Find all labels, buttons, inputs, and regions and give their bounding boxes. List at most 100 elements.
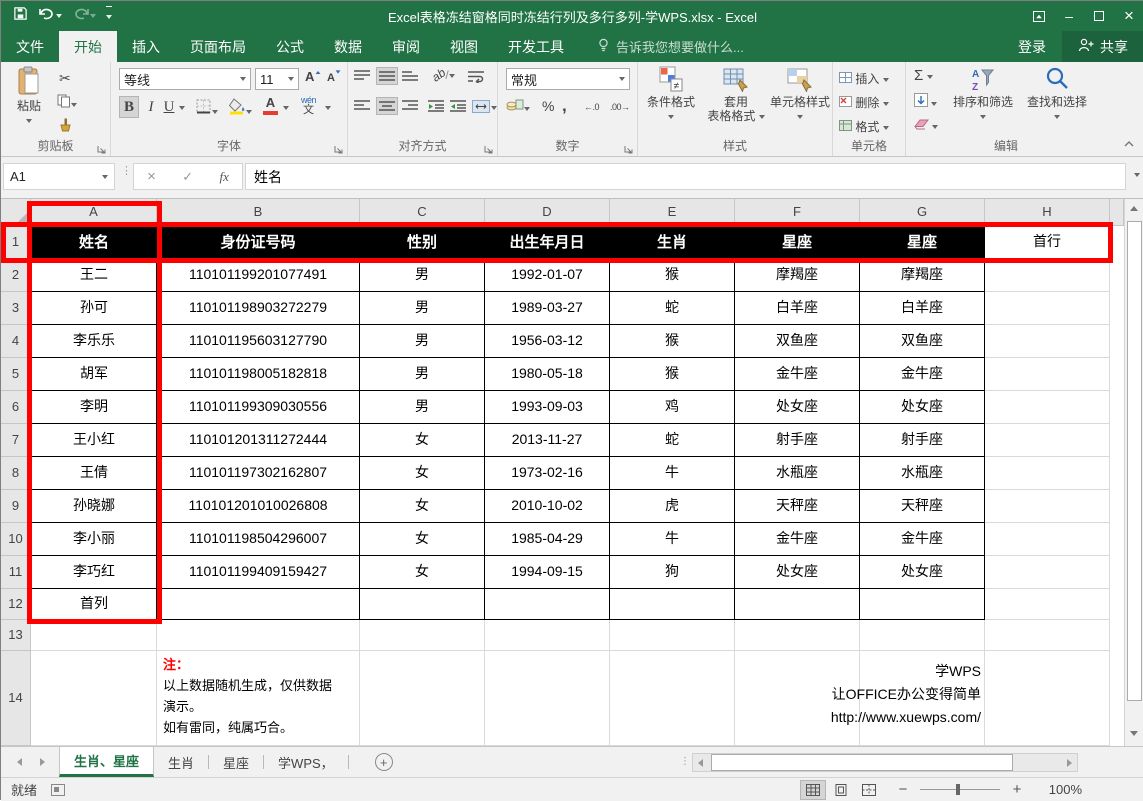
- cell-E7[interactable]: 蛇: [610, 424, 735, 457]
- cell-G3[interactable]: 白羊座: [860, 292, 985, 325]
- row-header-3[interactable]: 3: [1, 292, 31, 325]
- increase-indent-icon[interactable]: [450, 100, 466, 112]
- orientation-button[interactable]: ab/: [432, 68, 455, 82]
- cell-H9[interactable]: [985, 490, 1110, 523]
- tab-developer[interactable]: 开发工具: [493, 31, 579, 62]
- cell-A13[interactable]: [31, 620, 157, 651]
- cell-D12[interactable]: [485, 589, 610, 620]
- font-dialog-launcher-icon[interactable]: [334, 143, 344, 153]
- cell-A7[interactable]: 王小红: [31, 424, 157, 457]
- font-name-select[interactable]: 等线: [119, 68, 251, 90]
- cell-H4[interactable]: [985, 325, 1110, 358]
- qat-customize-icon[interactable]: [106, 6, 112, 26]
- autosum-button[interactable]: Σ: [914, 67, 933, 84]
- format-as-table-button[interactable]: 套用 表格格式: [704, 66, 768, 123]
- tab-insert[interactable]: 插入: [117, 31, 175, 62]
- cell-F11[interactable]: 处女座: [735, 556, 860, 589]
- tab-data[interactable]: 数据: [319, 31, 377, 62]
- cell-D3[interactable]: 1989-03-27: [485, 292, 610, 325]
- cell-A4[interactable]: 李乐乐: [31, 325, 157, 358]
- cell-D6[interactable]: 1993-09-03: [485, 391, 610, 424]
- cell-B6[interactable]: 110101199309030556: [157, 391, 360, 424]
- cell-C3[interactable]: 男: [360, 292, 485, 325]
- cell-C12[interactable]: [360, 589, 485, 620]
- insert-cells-button[interactable]: 插入: [839, 70, 889, 87]
- zoom-slider-thumb[interactable]: [956, 784, 960, 795]
- copy-button[interactable]: [57, 94, 77, 111]
- percent-style-button[interactable]: %: [542, 98, 554, 114]
- cell-F6[interactable]: 处女座: [735, 391, 860, 424]
- close-icon[interactable]: ×: [1114, 1, 1143, 31]
- phonetic-button[interactable]: wén文: [301, 95, 316, 115]
- horizontal-scrollbar[interactable]: [692, 753, 1078, 772]
- cell-E11[interactable]: 狗: [610, 556, 735, 589]
- cell-E5[interactable]: 猴: [610, 358, 735, 391]
- cell-C2[interactable]: 男: [360, 259, 485, 292]
- align-right-icon[interactable]: [402, 100, 418, 112]
- cell-E6[interactable]: 鸡: [610, 391, 735, 424]
- cell-C9[interactable]: 女: [360, 490, 485, 523]
- formula-bar-splitter[interactable]: ⋮: [121, 169, 124, 185]
- cell-G11[interactable]: 处女座: [860, 556, 985, 589]
- cell-H2[interactable]: [985, 259, 1110, 292]
- cell-G7[interactable]: 射手座: [860, 424, 985, 457]
- delete-cells-button[interactable]: 删除: [839, 94, 889, 111]
- align-left-icon[interactable]: [354, 100, 370, 112]
- cell-F5[interactable]: 金牛座: [735, 358, 860, 391]
- cell-F4[interactable]: 双鱼座: [735, 325, 860, 358]
- align-bottom-icon[interactable]: [402, 70, 418, 82]
- cell-A8[interactable]: 王倩: [31, 457, 157, 490]
- ribbon-display-options-icon[interactable]: [1024, 1, 1054, 31]
- cell-H13[interactable]: [985, 620, 1110, 651]
- merge-dropdown-icon[interactable]: [491, 106, 497, 110]
- vertical-scrollbar-thumb[interactable]: [1127, 221, 1142, 701]
- cell-H12[interactable]: [985, 589, 1110, 620]
- column-header-F[interactable]: F: [735, 199, 860, 226]
- cell-C10[interactable]: 女: [360, 523, 485, 556]
- row-header-9[interactable]: 9: [1, 490, 31, 523]
- align-middle-icon[interactable]: [376, 67, 398, 85]
- column-header-H[interactable]: H: [985, 199, 1110, 226]
- cell-styles-button[interactable]: 单元格样式: [770, 66, 830, 123]
- comma-style-button[interactable]: ,: [562, 96, 567, 116]
- row-header-7[interactable]: 7: [1, 424, 31, 457]
- tab-file[interactable]: 文件: [1, 31, 59, 62]
- cell-A1[interactable]: 姓名: [31, 226, 157, 259]
- cell-E10[interactable]: 牛: [610, 523, 735, 556]
- collapse-ribbon-icon[interactable]: [1124, 136, 1134, 150]
- cell-H5[interactable]: [985, 358, 1110, 391]
- cell-G5[interactable]: 金牛座: [860, 358, 985, 391]
- cell-E2[interactable]: 猴: [610, 259, 735, 292]
- font-color-button[interactable]: A: [263, 96, 278, 115]
- sheet-tab[interactable]: 学WPS，: [264, 747, 348, 777]
- merge-center-icon[interactable]: [472, 100, 490, 113]
- cell-G13[interactable]: [860, 620, 985, 651]
- zoom-out-icon[interactable]: −: [896, 781, 910, 798]
- cell-B12[interactable]: [157, 589, 360, 620]
- row-header-5[interactable]: 5: [1, 358, 31, 391]
- cell-D1[interactable]: 出生年月日: [485, 226, 610, 259]
- cell-F12[interactable]: [735, 589, 860, 620]
- zoom-level[interactable]: 100%: [1036, 782, 1082, 797]
- cell-D13[interactable]: [485, 620, 610, 651]
- cell-G10[interactable]: 金牛座: [860, 523, 985, 556]
- align-center-icon[interactable]: [376, 97, 398, 115]
- login-button[interactable]: 登录: [1002, 31, 1062, 62]
- tab-scroll-splitter[interactable]: ⋮: [680, 760, 684, 764]
- cell-B1[interactable]: 身份证号码: [157, 226, 360, 259]
- cell-C14[interactable]: [360, 651, 485, 746]
- wrap-text-icon[interactable]: [468, 70, 485, 83]
- insert-function-icon[interactable]: fx: [219, 169, 228, 185]
- increase-decimal-button[interactable]: ←.0: [584, 102, 599, 112]
- scroll-left-icon[interactable]: [698, 759, 703, 767]
- zoom-slider[interactable]: [920, 789, 1000, 790]
- cell-C13[interactable]: [360, 620, 485, 651]
- clear-button[interactable]: [914, 119, 938, 133]
- tab-home[interactable]: 开始: [59, 31, 117, 62]
- row-header-12[interactable]: 12: [1, 589, 31, 620]
- scroll-up-icon[interactable]: [1130, 206, 1138, 211]
- cell-G4[interactable]: 双鱼座: [860, 325, 985, 358]
- shrink-font-button[interactable]: A: [327, 70, 341, 84]
- borders-button[interactable]: [195, 98, 218, 118]
- row-header-14[interactable]: 14: [1, 651, 31, 746]
